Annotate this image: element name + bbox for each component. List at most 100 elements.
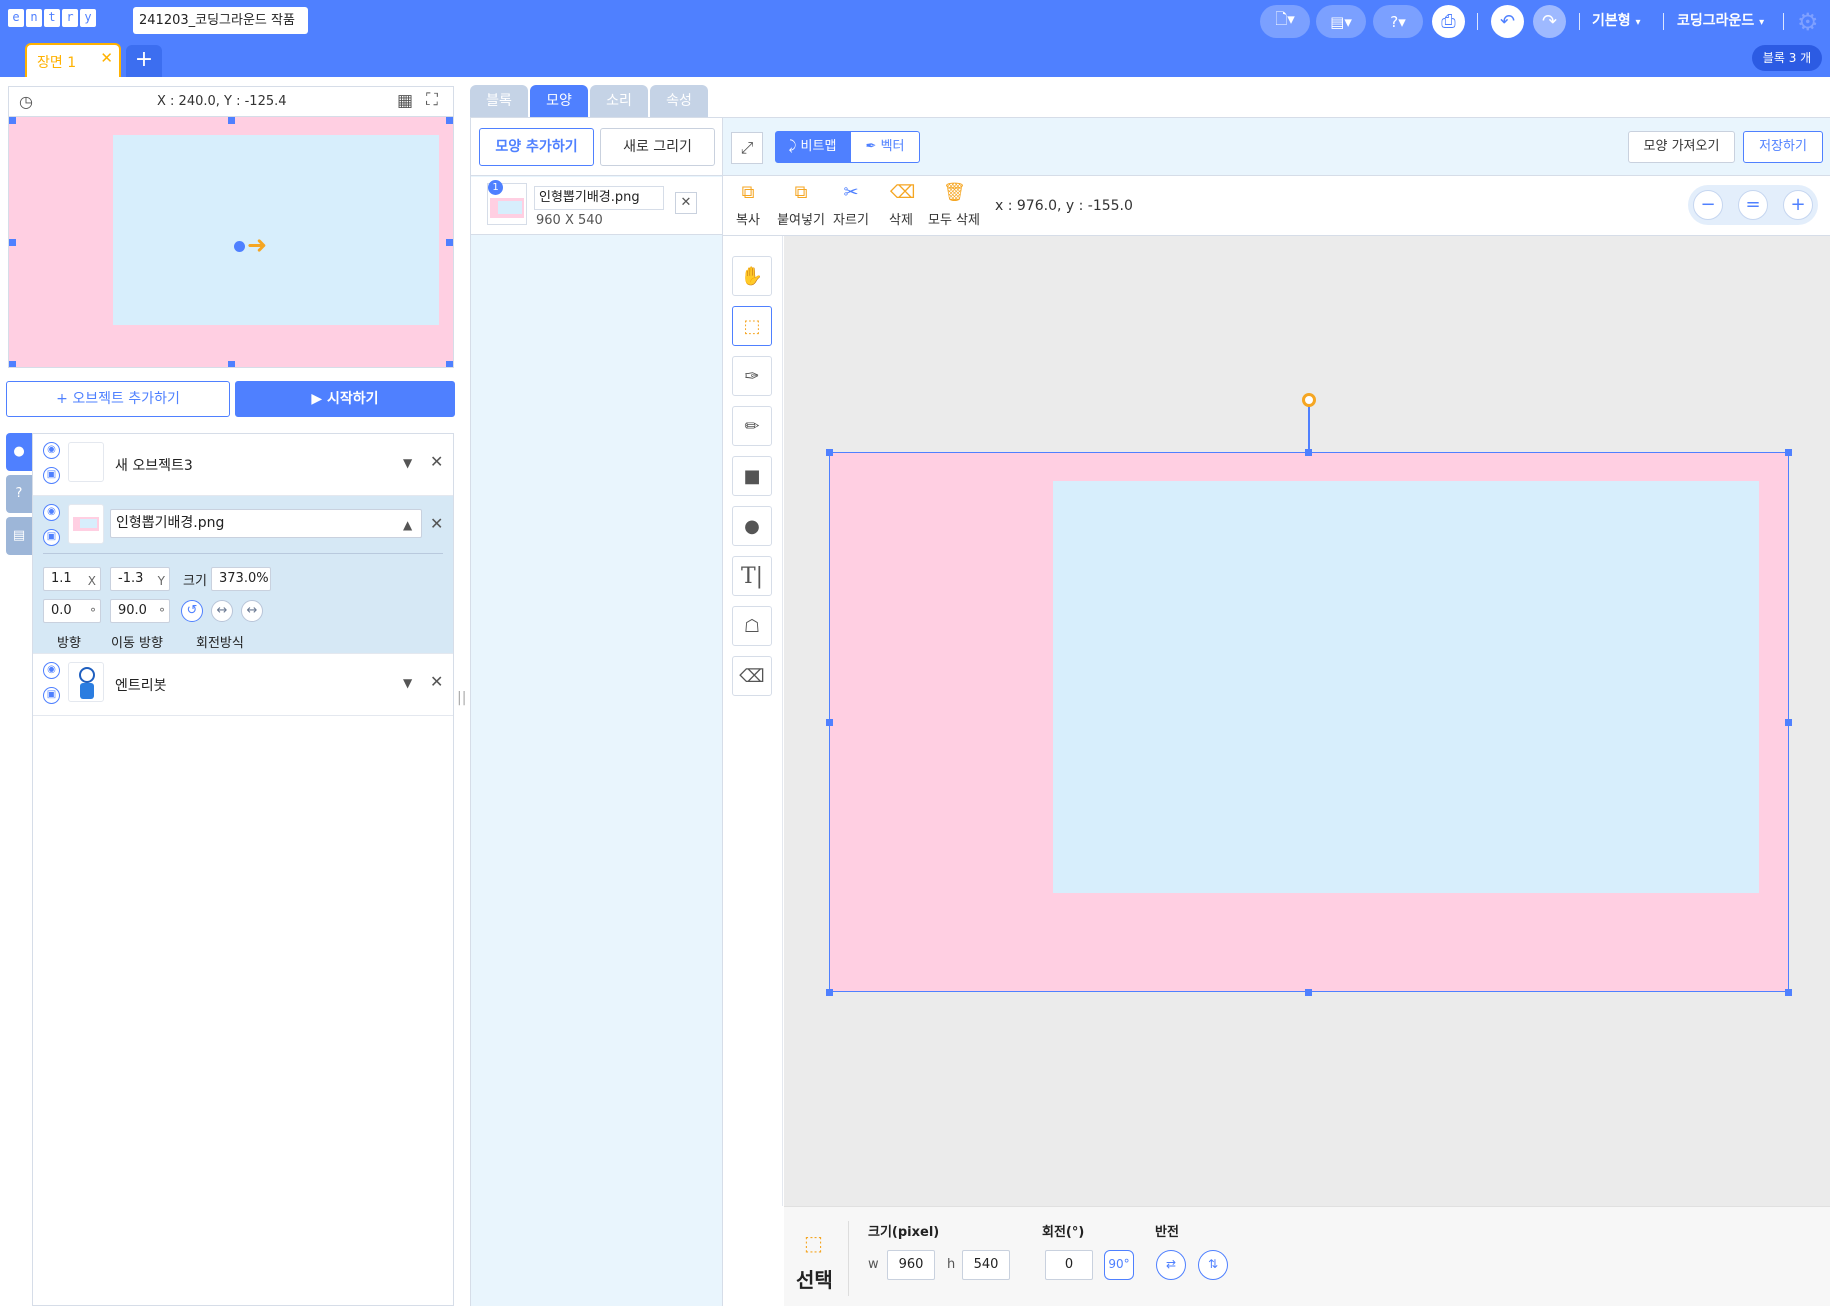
object-center-point[interactable] [234, 241, 245, 252]
list-item[interactable]: ◉ ▣ 엔트리봇 ▼ ✕ [33, 654, 453, 716]
eye-icon[interactable]: ◉ [43, 442, 60, 459]
print-button[interactable]: ⎙ [1432, 5, 1465, 38]
add-shape-button[interactable]: 모양 추가하기 [479, 128, 594, 166]
close-icon[interactable]: ✕ [430, 452, 443, 471]
resize-handle[interactable] [1785, 719, 1792, 726]
panel-splitter[interactable]: || [457, 690, 466, 706]
tab-console[interactable]: ▤ [6, 517, 32, 555]
resize-handle[interactable] [1785, 449, 1792, 456]
rotation-handle[interactable] [1302, 393, 1316, 407]
resize-handle[interactable] [9, 239, 16, 246]
rotate-horizontal-icon[interactable]: ↔ [211, 600, 233, 622]
tab-shapes[interactable]: 모양 [530, 85, 588, 117]
hand-tool[interactable]: ✋ [732, 256, 772, 296]
tab-help[interactable]: ? [6, 475, 32, 513]
delete-shape-button[interactable]: ✕ [675, 192, 697, 214]
fill-tool[interactable]: ☖ [732, 606, 772, 646]
rectangle-tool[interactable]: ■ [732, 456, 772, 496]
tab-sounds[interactable]: 소리 [590, 85, 648, 117]
direction-field[interactable]: 0.0 ° [43, 599, 101, 623]
flip-horizontal-button[interactable]: ⇄ [1156, 1250, 1186, 1280]
add-scene-button[interactable]: + [126, 45, 162, 77]
resize-handle[interactable] [1305, 449, 1312, 456]
text-tool[interactable]: T| [732, 556, 772, 596]
resize-handle[interactable] [446, 117, 453, 124]
import-shape-button[interactable]: 모양 가져오기 [1628, 131, 1735, 163]
rotate-free-icon[interactable]: ↺ [181, 600, 203, 622]
resize-handle[interactable] [446, 239, 453, 246]
resize-handle[interactable] [826, 989, 833, 996]
lock-icon[interactable]: ▣ [43, 687, 60, 704]
grid-icon[interactable]: ▦ [397, 91, 413, 111]
select-tool[interactable]: ⬚ [732, 306, 772, 346]
eye-icon[interactable]: ◉ [43, 662, 60, 679]
resize-handle[interactable] [9, 361, 16, 367]
resize-handle[interactable] [9, 117, 16, 124]
save-menu[interactable]: ▤▾ [1316, 5, 1366, 38]
copy-button[interactable]: ⧉ 복사 [732, 182, 764, 228]
add-object-button[interactable]: + 오브젝트 추가하기 [6, 381, 230, 417]
chevron-down-icon[interactable]: ▼ [403, 676, 412, 690]
chevron-up-icon[interactable]: ▲ [403, 518, 412, 532]
chevron-down-icon[interactable]: ▼ [403, 456, 412, 470]
pen-tool[interactable]: ✑ [732, 356, 772, 396]
shape-name-input[interactable]: 인형뽑기배경.png [534, 186, 664, 210]
list-item[interactable]: ◉ ▣ 새 오브젝트3 ▼ ✕ [33, 434, 453, 496]
paste-button[interactable]: ⧉ 붙여넣기 [773, 182, 829, 228]
gear-icon[interactable]: ⚙ [1797, 8, 1819, 36]
height-input[interactable]: 540 [962, 1250, 1010, 1280]
rotate-90-button[interactable]: 90° [1104, 1250, 1134, 1280]
speed-icon[interactable]: ◷ [19, 92, 33, 111]
new-file-menu[interactable]: 🗋▾ [1260, 5, 1310, 38]
close-icon[interactable]: ✕ [100, 49, 113, 67]
tab-objects[interactable]: ● [6, 433, 32, 471]
tab-properties[interactable]: 속성 [650, 85, 708, 117]
stage-canvas[interactable]: ➜ [8, 116, 454, 368]
eye-icon[interactable]: ◉ [43, 504, 60, 521]
list-item[interactable]: ◉ ▣ 인형뽑기배경.png ▲ ✕ 1.1 X -1.3 Y 크기 373.0% … [33, 496, 453, 654]
ellipse-tool[interactable]: ● [732, 506, 772, 546]
resize-handle[interactable] [1305, 989, 1312, 996]
bitmap-mode-button[interactable]: ⤸ 비트맵 [775, 131, 850, 163]
start-button[interactable]: ▶ 시작하기 [235, 381, 455, 417]
fullscreen-icon[interactable]: ⛶ [426, 90, 438, 110]
width-input[interactable]: 960 [887, 1250, 935, 1280]
mode-menu[interactable]: 기본형 ▾ [1592, 10, 1641, 30]
tab-blocks[interactable]: 블록 [470, 85, 528, 117]
close-icon[interactable]: ✕ [430, 672, 443, 691]
resize-handle[interactable] [228, 361, 235, 367]
project-title-input[interactable]: 241203_코딩그라운드 작품 [133, 7, 308, 34]
resize-handle[interactable] [446, 361, 453, 367]
new-drawing-button[interactable]: 새로 그리기 [600, 128, 715, 166]
shape-image[interactable] [829, 452, 1789, 992]
zoom-out-button[interactable]: − [1693, 190, 1723, 220]
tab-scene-1[interactable]: 장면 1 ✕ [25, 43, 121, 77]
direction-arrow-icon[interactable]: ➜ [247, 231, 267, 259]
delete-button[interactable]: ⌫ 삭제 [886, 182, 916, 228]
user-menu[interactable]: 코딩그라운드 ▾ [1677, 10, 1764, 30]
delete-all-button[interactable]: 🗑 모두 삭제 [926, 182, 982, 228]
zoom-reset-button[interactable]: = [1738, 190, 1768, 220]
close-icon[interactable]: ✕ [430, 514, 443, 533]
resize-handle[interactable] [1785, 989, 1792, 996]
flip-vertical-button[interactable]: ⇅ [1198, 1250, 1228, 1280]
resize-handle[interactable] [228, 117, 235, 124]
lock-icon[interactable]: ▣ [43, 467, 60, 484]
save-button[interactable]: 저장하기 [1743, 131, 1823, 163]
expand-icon[interactable]: ⤢ [731, 132, 763, 164]
cut-button[interactable]: ✂ 자르기 [830, 182, 872, 228]
resize-handle[interactable] [826, 719, 833, 726]
drawing-canvas[interactable] [784, 236, 1830, 1206]
shape-item[interactable]: 1 인형뽑기배경.png 960 X 540 ✕ [471, 177, 722, 235]
pencil-tool[interactable]: ✏ [732, 406, 772, 446]
zoom-in-button[interactable]: + [1783, 190, 1813, 220]
vector-mode-button[interactable]: ✒ 벡터 [850, 131, 920, 163]
size-field[interactable]: 373.0% [211, 567, 271, 591]
resize-handle[interactable] [826, 449, 833, 456]
lock-icon[interactable]: ▣ [43, 529, 60, 546]
y-field[interactable]: -1.3 Y [110, 567, 170, 591]
rotation-input[interactable]: 0 [1045, 1250, 1093, 1280]
entry-logo[interactable]: e n t r y [8, 9, 96, 27]
redo-button[interactable]: ↷ [1533, 5, 1566, 38]
rotate-none-icon[interactable]: ↔ [241, 600, 263, 622]
